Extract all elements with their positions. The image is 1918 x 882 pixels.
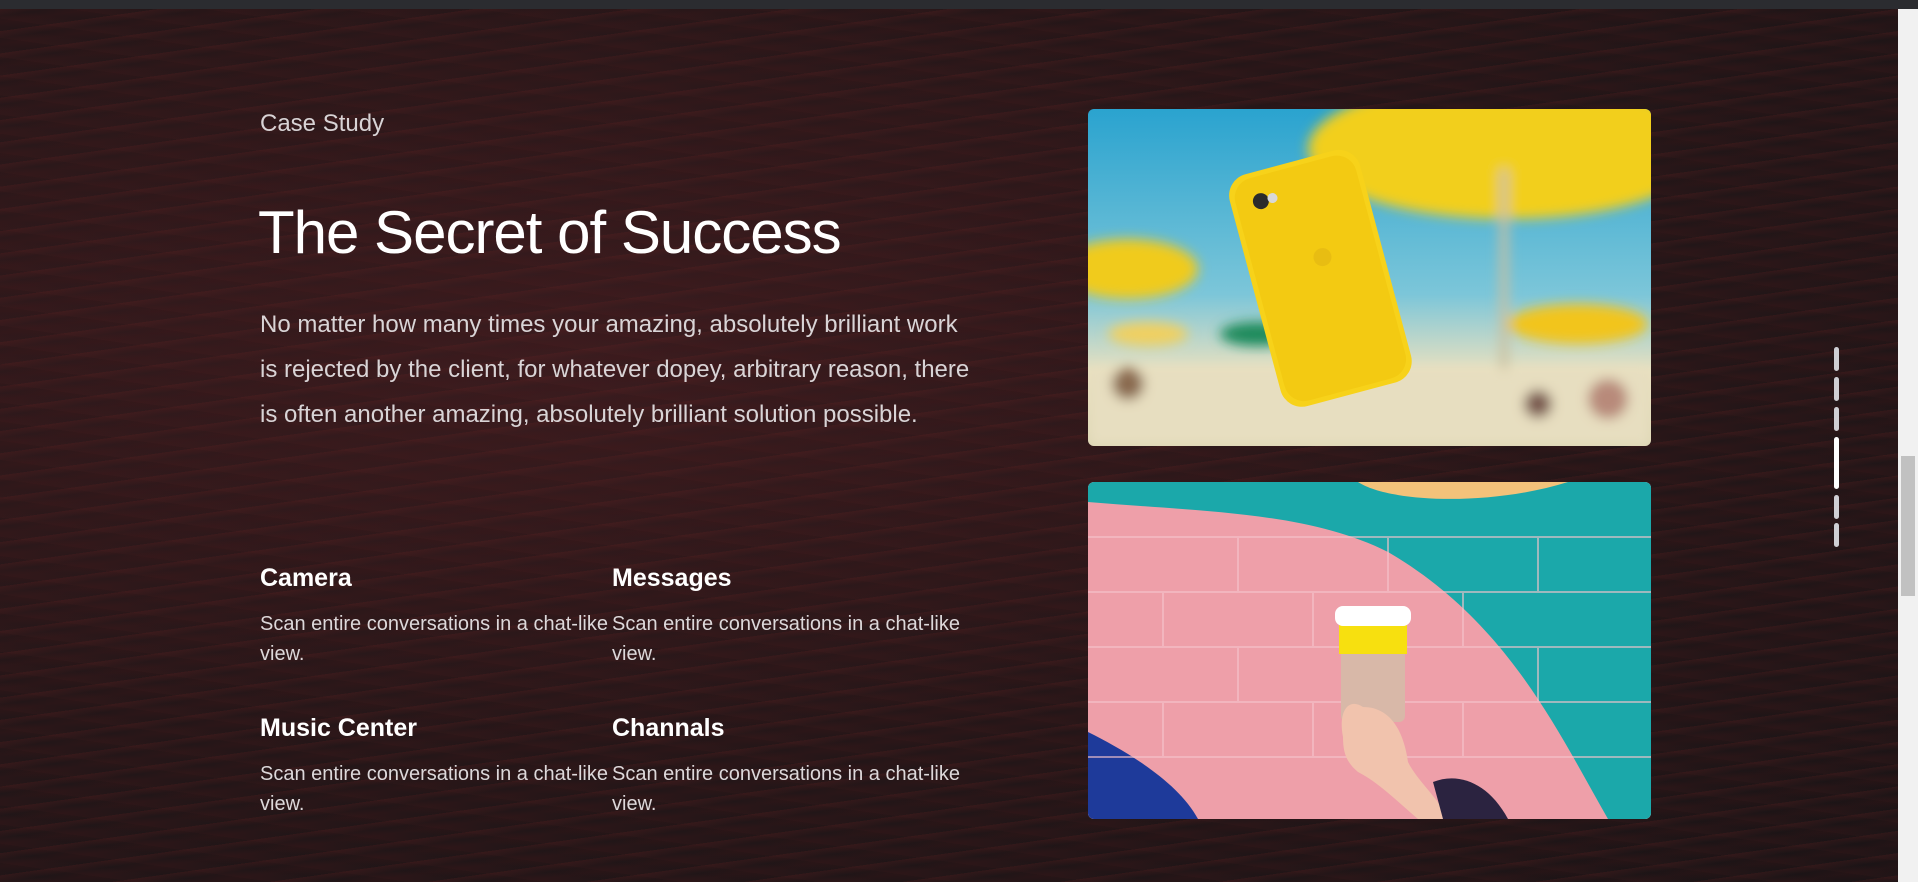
feature-title: Channals (612, 714, 725, 742)
feature-camera: Camera Scan entire conversations in a ch… (260, 564, 610, 669)
page-scrollbar[interactable] (1898, 9, 1918, 882)
feature-channals: Channals Scan entire conversations in a … (612, 714, 962, 819)
feature-text: Scan entire conversations in a chat-like… (612, 763, 960, 815)
yellow-phone-beach-illustration (1088, 109, 1651, 446)
feature-text: Scan entire conversations in a chat-like… (612, 613, 960, 665)
section-pagination (1834, 347, 1840, 547)
feature-text: Scan entire conversations in a chat-like… (260, 763, 608, 815)
pagination-dot-3[interactable] (1834, 407, 1839, 431)
browser-top-bar (0, 0, 1918, 9)
feature-messages: Messages Scan entire conversations in a … (612, 564, 962, 669)
feature-title: Camera (260, 564, 352, 592)
coffee-cup-painted-wall-image (1088, 482, 1651, 819)
pagination-dot-6[interactable] (1834, 523, 1839, 547)
yellow-phone-beach-image (1088, 109, 1651, 446)
feature-title: Music Center (260, 714, 417, 742)
pagination-dot-1[interactable] (1834, 347, 1839, 371)
feature-music-center: Music Center Scan entire conversations i… (260, 714, 610, 819)
section-eyebrow: Case Study (260, 110, 385, 137)
intro-paragraph: No matter how many times your amazing, a… (260, 311, 970, 428)
pagination-dot-4-active[interactable] (1834, 437, 1839, 489)
pagination-dot-2[interactable] (1834, 377, 1839, 401)
feature-text: Scan entire conversations in a chat-like… (260, 613, 608, 665)
pagination-dot-5[interactable] (1834, 495, 1839, 519)
coffee-cup-wall-illustration (1088, 482, 1651, 819)
scrollbar-thumb[interactable] (1901, 456, 1915, 596)
page-title: The Secret of Success (258, 199, 842, 266)
feature-title: Messages (612, 564, 732, 592)
